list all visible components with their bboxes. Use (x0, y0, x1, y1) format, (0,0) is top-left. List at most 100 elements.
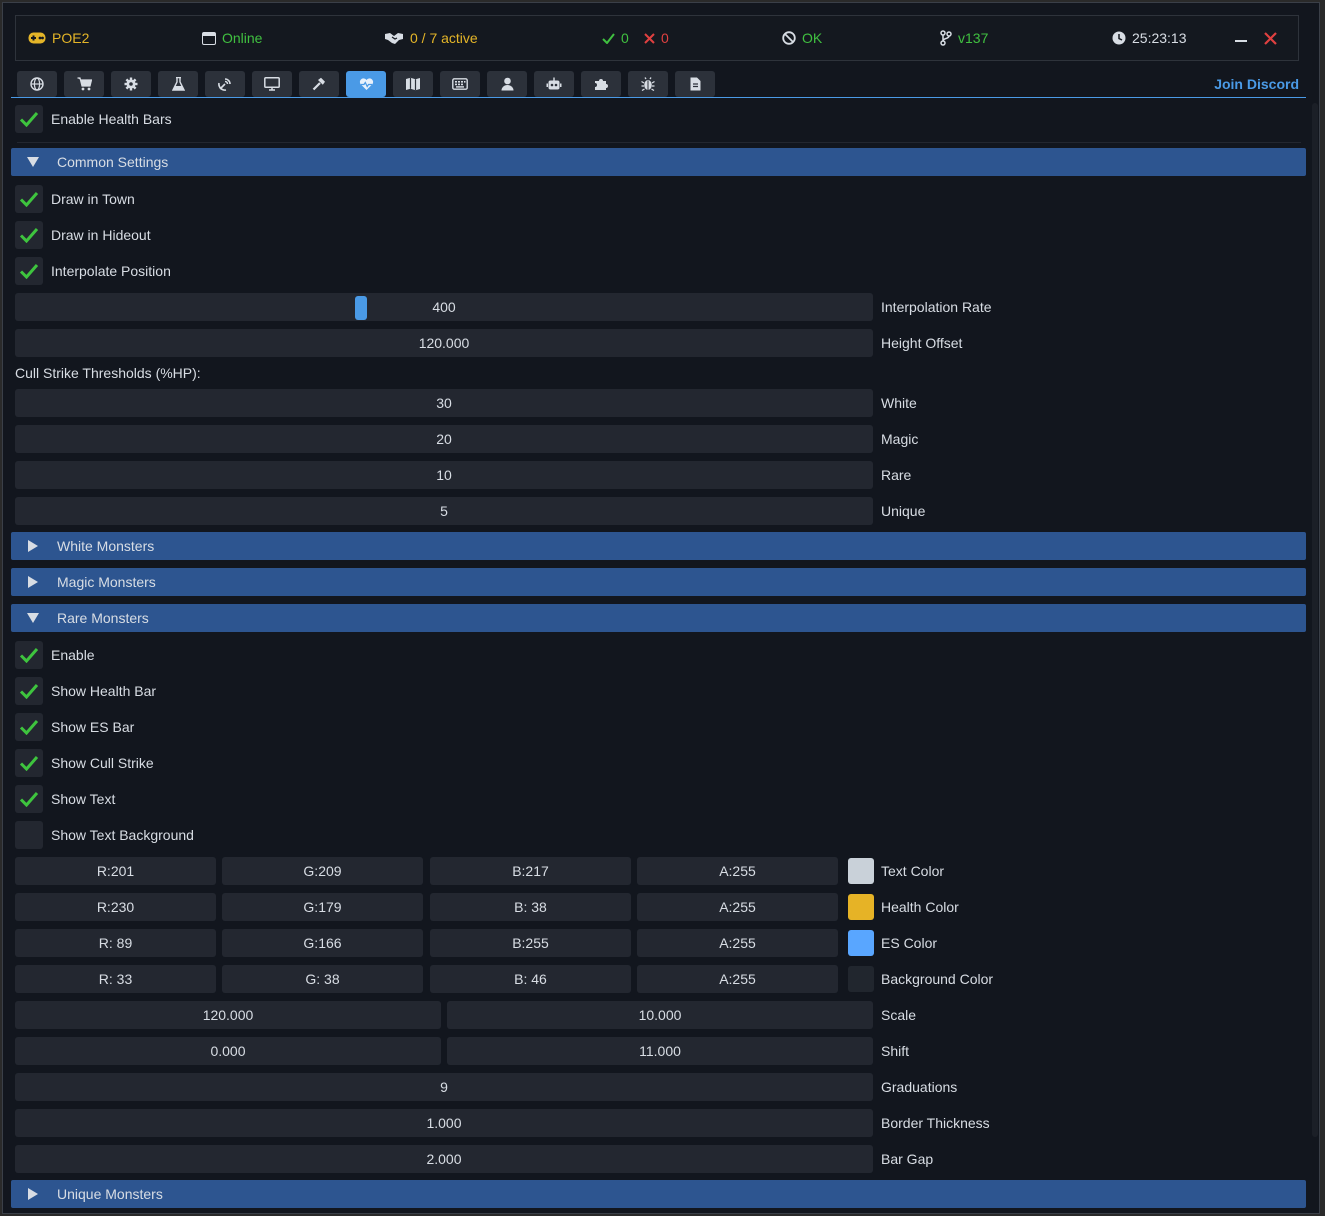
enable-health-bars-label: Enable Health Bars (51, 111, 172, 127)
join-discord-link[interactable]: Join Discord (1214, 76, 1299, 92)
cull-unique-field[interactable]: 5 (15, 497, 873, 525)
es-color-g-value: G:166 (303, 935, 342, 951)
es-color-g[interactable]: G:166 (222, 929, 423, 957)
text-color-swatch[interactable] (848, 858, 874, 884)
graduations-label: Graduations (881, 1079, 958, 1095)
shift-x-field[interactable]: 0.000 (15, 1037, 441, 1065)
health-color-g[interactable]: G:179 (222, 893, 423, 921)
magic-monsters-header[interactable]: Magic Monsters (11, 568, 1306, 596)
common-settings-header[interactable]: Common Settings (11, 148, 1306, 176)
health-status: OK (782, 16, 822, 60)
tab-user[interactable] (487, 71, 527, 97)
rare-monsters-title: Rare Monsters (57, 610, 149, 626)
tab-keyboard[interactable] (440, 71, 480, 97)
handshake-icon (384, 31, 404, 45)
checkmark-icon (19, 191, 39, 207)
tab-settings[interactable] (111, 71, 151, 97)
background-color-b[interactable]: B: 46 (430, 965, 631, 993)
cull-magic-field[interactable]: 20 (15, 425, 873, 453)
bar-gap-field[interactable]: 2.000 (15, 1145, 873, 1173)
clock-text: 25:23:13 (1132, 30, 1187, 46)
error-count-status: 0 (644, 16, 669, 60)
tab-monitor[interactable] (252, 71, 292, 97)
tab-robot[interactable] (534, 71, 574, 97)
background-color-b-value: B: 46 (514, 971, 547, 987)
cull-strike-title: Cull Strike Thresholds (%HP): (15, 365, 201, 381)
es-color-b[interactable]: B:255 (430, 929, 631, 957)
show-text-checkbox[interactable] (15, 785, 43, 813)
interpolate-position-label: Interpolate Position (51, 263, 171, 279)
tab-map[interactable] (393, 71, 433, 97)
show-es-bar-checkbox[interactable] (15, 713, 43, 741)
minimize-button[interactable] (1234, 16, 1248, 60)
text-color-a[interactable]: A:255 (637, 857, 838, 885)
cull-white-field[interactable]: 30 (15, 389, 873, 417)
es-color-swatch[interactable] (848, 930, 874, 956)
rare-monsters-header[interactable]: Rare Monsters (11, 604, 1306, 632)
text-color-b[interactable]: B:217 (430, 857, 631, 885)
monitor-icon (264, 77, 280, 91)
health-color-b[interactable]: B: 38 (430, 893, 631, 921)
show-text-background-checkbox[interactable] (15, 821, 43, 849)
graduations-field[interactable]: 9 (15, 1073, 873, 1101)
tab-underline (11, 97, 1306, 98)
game-status: POE2 (28, 16, 89, 60)
interpolate-position-checkbox[interactable] (15, 257, 43, 285)
tab-cart[interactable] (64, 71, 104, 97)
draw-in-hideout-checkbox[interactable] (15, 221, 43, 249)
background-color-a[interactable]: A:255 (637, 965, 838, 993)
gear-icon (124, 77, 138, 91)
tab-logs[interactable] (675, 71, 715, 97)
puzzle-icon (594, 77, 608, 91)
scrollbar[interactable] (1312, 103, 1318, 1137)
scale-y-field[interactable]: 10.000 (447, 1001, 873, 1029)
health-color-r[interactable]: R:230 (15, 893, 216, 921)
cull-white-value: 30 (436, 395, 452, 411)
draw-in-town-checkbox[interactable] (15, 185, 43, 213)
tab-flask[interactable] (158, 71, 198, 97)
tab-debug[interactable] (628, 71, 668, 97)
health-color-r-value: R:230 (96, 899, 135, 915)
scale-x-field[interactable]: 120.000 (15, 1001, 441, 1029)
background-color-r[interactable]: R: 33 (15, 965, 216, 993)
shift-y-field[interactable]: 11.000 (447, 1037, 873, 1065)
text-color-r[interactable]: R:201 (15, 857, 216, 885)
health-color-a[interactable]: A:255 (637, 893, 838, 921)
tab-hammer[interactable] (299, 71, 339, 97)
connection-status: Online (202, 16, 262, 60)
tab-globe[interactable] (17, 71, 57, 97)
enable-health-bars-checkbox[interactable] (15, 105, 43, 133)
checkmark-icon (19, 791, 39, 807)
cull-unique-label: Unique (881, 503, 926, 519)
close-button[interactable] (1264, 16, 1277, 60)
tab-health[interactable] (346, 71, 386, 97)
border-thickness-field[interactable]: 1.000 (15, 1109, 873, 1137)
white-monsters-header[interactable]: White Monsters (11, 532, 1306, 560)
text-color-label: Text Color (881, 863, 945, 879)
active-count: 0 / 7 active (410, 30, 478, 46)
show-health-bar-checkbox[interactable] (15, 677, 43, 705)
es-color-r[interactable]: R: 89 (15, 929, 216, 957)
cull-rare-field[interactable]: 10 (15, 461, 873, 489)
background-color-g[interactable]: G: 38 (222, 965, 423, 993)
slider-grab-handle[interactable] (355, 296, 367, 320)
es-color-a[interactable]: A:255 (637, 929, 838, 957)
shift-label: Shift (881, 1043, 910, 1059)
health-color-swatch[interactable] (848, 894, 874, 920)
show-cull-strike-checkbox[interactable] (15, 749, 43, 777)
rare-enable-checkbox[interactable] (15, 641, 43, 669)
rare-enable-label: Enable (51, 647, 95, 663)
text-color-g[interactable]: G:209 (222, 857, 423, 885)
tab-plugins[interactable] (581, 71, 621, 97)
collapsed-arrow-icon (27, 1187, 39, 1203)
tab-radar[interactable] (205, 71, 245, 97)
unique-monsters-header[interactable]: Unique Monsters (11, 1180, 1306, 1208)
checkmark-icon (19, 683, 39, 699)
cull-unique-value: 5 (440, 503, 448, 519)
interpolation-rate-slider[interactable]: 400 (15, 293, 873, 321)
cull-rare-label: Rare (881, 467, 912, 483)
file-icon (690, 77, 701, 91)
height-offset-field[interactable]: 120.000 (15, 329, 873, 357)
background-color-swatch[interactable] (848, 966, 874, 992)
text-color-b-value: B:217 (512, 863, 549, 879)
